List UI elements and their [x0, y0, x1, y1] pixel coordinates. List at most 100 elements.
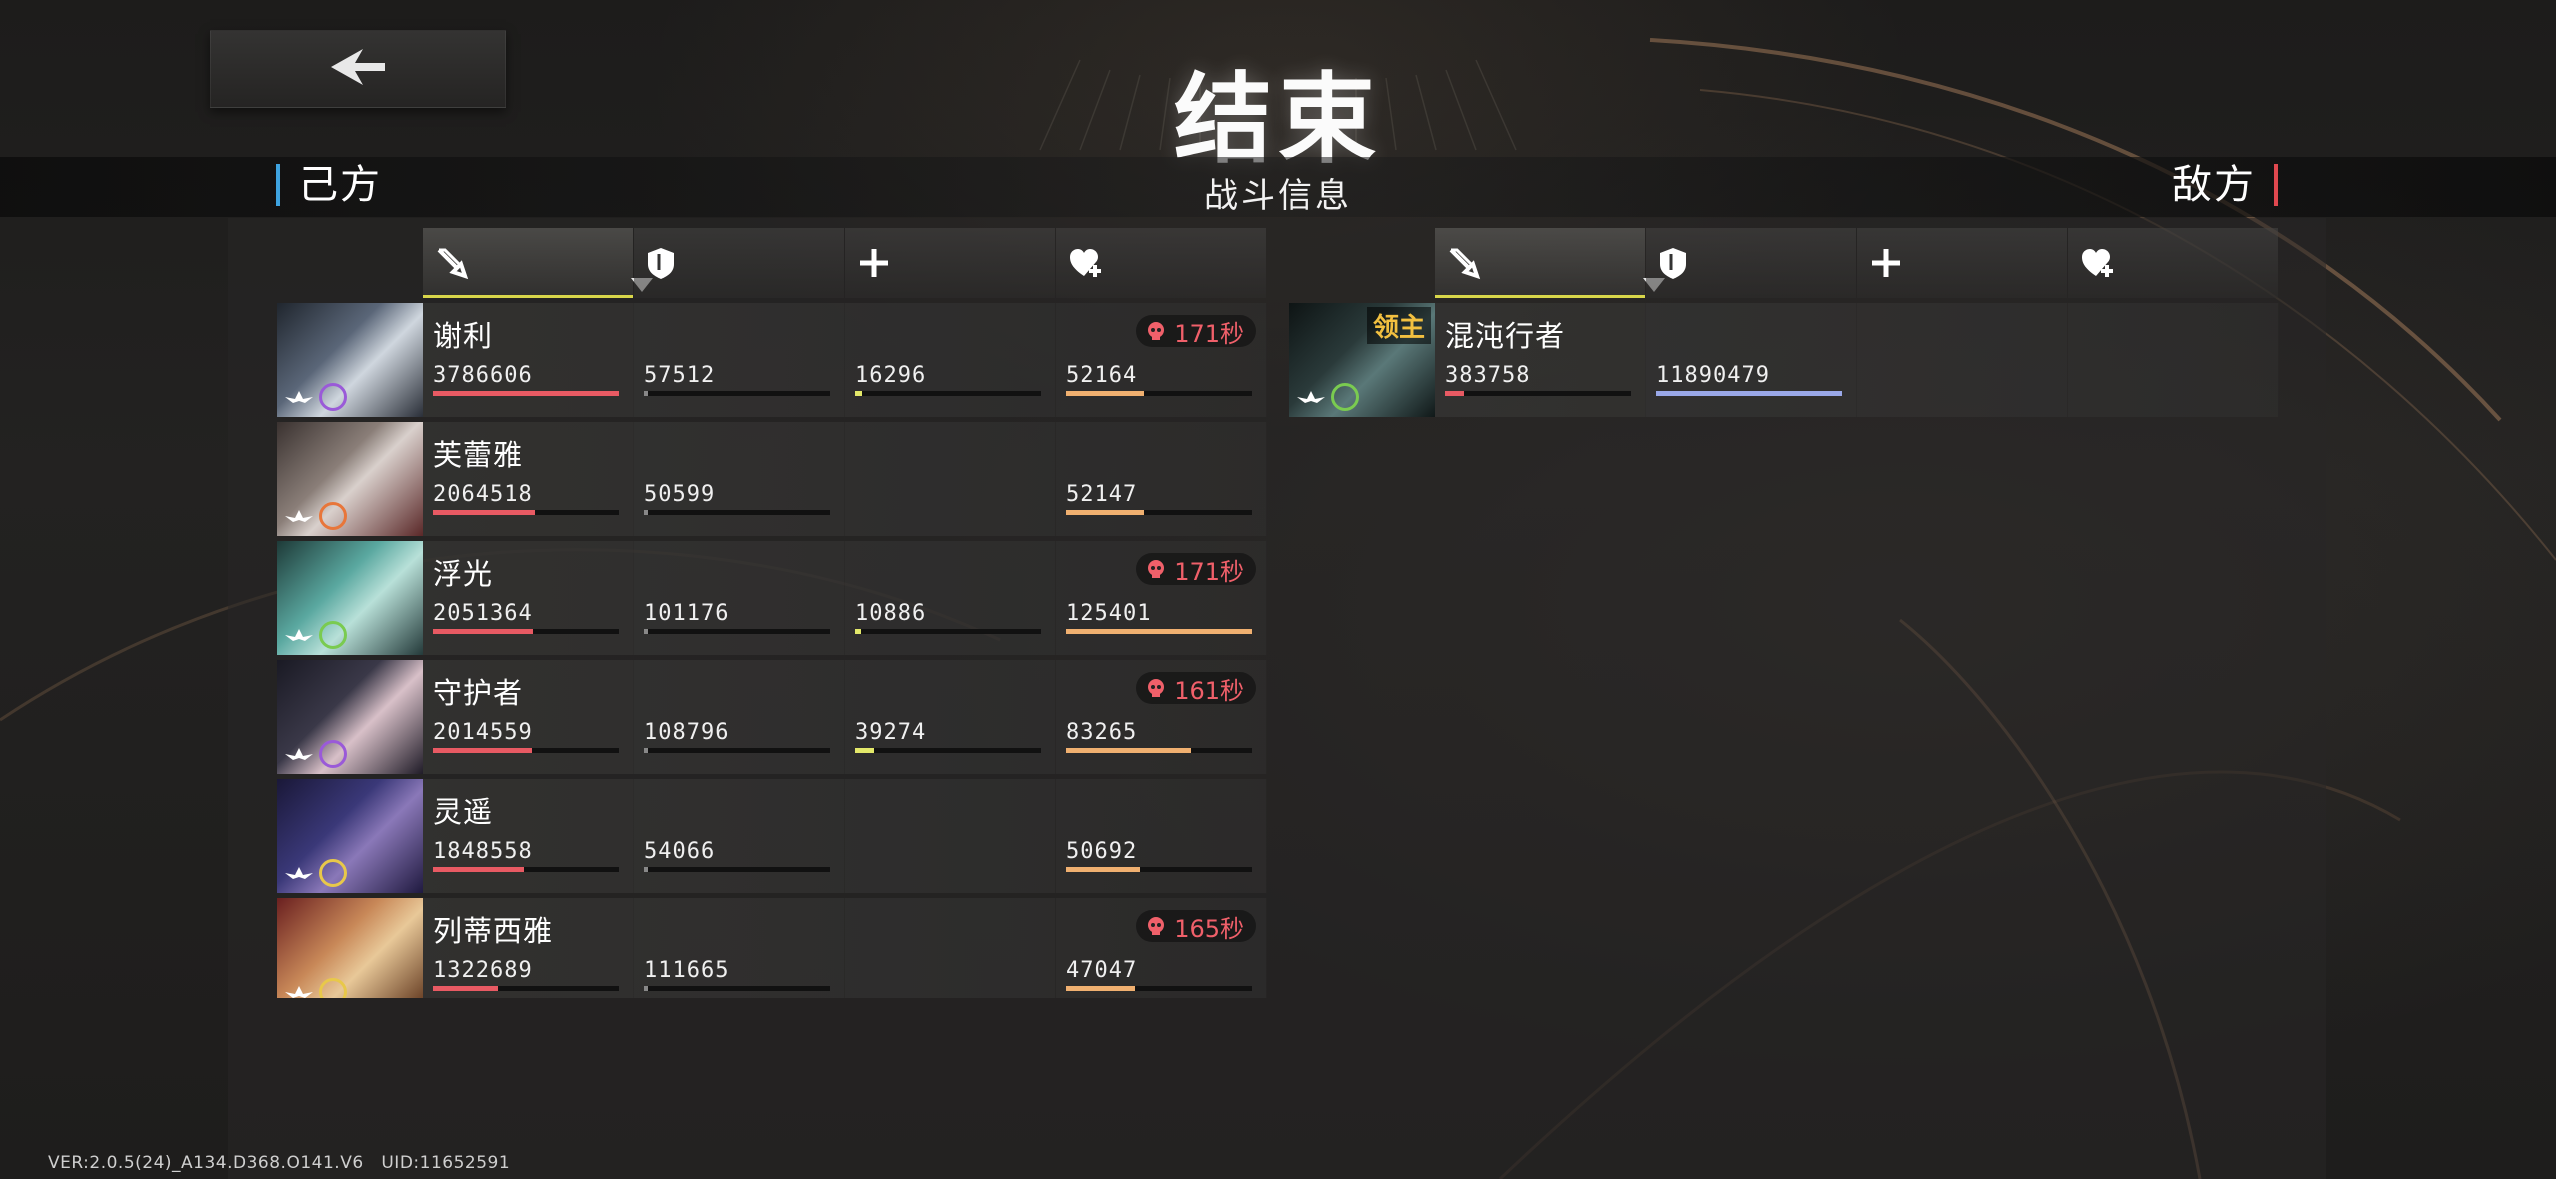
- damage-taken-bar: [644, 748, 830, 753]
- character-portrait[interactable]: [277, 660, 423, 774]
- shield-cell: 52147: [1056, 422, 1266, 536]
- damage-value: 1848558: [433, 839, 533, 864]
- enemy-row[interactable]: 领主 混沌行者 383758 11890479: [1289, 303, 2279, 417]
- death-time-badge: 171秒: [1136, 553, 1256, 586]
- ally-row[interactable]: 灵遥 1848558 54066 50692: [277, 779, 1267, 893]
- heal-cell: 16296: [845, 303, 1055, 417]
- heal-cell: [845, 779, 1055, 893]
- void-element-icon: [319, 383, 347, 411]
- damage-cell: 列蒂西雅 1322689: [423, 898, 633, 998]
- tab-shield[interactable]: [2068, 228, 2278, 298]
- death-time-badge: 165秒: [1136, 910, 1256, 943]
- tab-damage-taken[interactable]: [1646, 228, 1856, 298]
- tab-damage-taken[interactable]: [634, 228, 844, 298]
- character-portrait[interactable]: [277, 898, 423, 998]
- death-time: 171秒: [1174, 557, 1244, 586]
- version-info: VER:2.0.5(24)_A134.D368.O141.V6 UID:1165…: [48, 1153, 510, 1173]
- damage-value: 2051364: [433, 601, 533, 626]
- shield-bar: [1066, 391, 1252, 396]
- damage-value: 2064518: [433, 482, 533, 507]
- shield-cell: 50692: [1056, 779, 1266, 893]
- character-name: 谢利: [433, 319, 494, 353]
- damage-taken-bar: [1656, 391, 1842, 396]
- ally-stats-table: 谢利 3786606 57512 16296 171秒 52164 芙蕾雅 20…: [277, 228, 1267, 998]
- skull-icon: [1148, 917, 1165, 935]
- character-name: 守护者: [433, 676, 524, 710]
- heal-cell: 39274: [845, 660, 1055, 774]
- character-portrait[interactable]: 领主: [1289, 303, 1435, 417]
- damage-taken-value: 111665: [644, 958, 730, 983]
- skull-icon: [1148, 560, 1165, 578]
- skull-icon: [1148, 679, 1165, 697]
- taken-cell: 101176: [634, 541, 844, 655]
- death-time: 161秒: [1174, 676, 1244, 705]
- taken-cell: 108796: [634, 660, 844, 774]
- wind-element-icon: [319, 621, 347, 649]
- damage-cell: 浮光 2051364: [423, 541, 633, 655]
- ally-row[interactable]: 守护者 2014559 108796 39274 161秒 83265: [277, 660, 1267, 774]
- heal-cell: [845, 898, 1055, 998]
- taken-cell: 11890479: [1646, 303, 1856, 417]
- tab-damage[interactable]: [1435, 228, 1665, 298]
- healing-bar: [855, 391, 1041, 396]
- staff-icon: [285, 748, 313, 760]
- healing-bar: [855, 748, 1041, 753]
- ally-row[interactable]: 谢利 3786606 57512 16296 171秒 52164: [277, 303, 1267, 417]
- damage-bar: [433, 510, 619, 515]
- character-name: 混沌行者: [1445, 319, 1566, 353]
- character-name: 芙蕾雅: [433, 438, 524, 472]
- damage-taken-bar: [644, 510, 830, 515]
- damage-taken-value: 50599: [644, 482, 716, 507]
- damage-taken-bar: [644, 867, 830, 872]
- damage-bar: [433, 629, 619, 634]
- wing-icon: [1297, 391, 1325, 403]
- enemy-rows: 领主 混沌行者 383758 11890479: [1289, 303, 2279, 417]
- damage-bar: [433, 748, 619, 753]
- ally-row[interactable]: 列蒂西雅 1322689 111665 165秒 47047: [277, 898, 1267, 998]
- heal-cell: [1857, 303, 2067, 417]
- healing-value: 16296: [855, 363, 927, 388]
- damage-cell: 守护者 2014559: [423, 660, 633, 774]
- void-element-icon: [319, 740, 347, 768]
- tab-healing[interactable]: [845, 228, 1055, 298]
- character-portrait[interactable]: [277, 779, 423, 893]
- shield-bar: [1066, 748, 1252, 753]
- character-portrait[interactable]: [277, 541, 423, 655]
- ally-row[interactable]: 浮光 2051364 101176 10886 171秒 125401: [277, 541, 1267, 655]
- damage-value: 1322689: [433, 958, 533, 983]
- character-portrait[interactable]: [277, 303, 423, 417]
- shield-bar: [1066, 986, 1252, 991]
- damage-bar: [433, 986, 619, 991]
- damage-taken-value: 108796: [644, 720, 730, 745]
- healing-bar: [855, 629, 1041, 634]
- tab-shield[interactable]: [1056, 228, 1266, 298]
- damage-cell: 芙蕾雅 2064518: [423, 422, 633, 536]
- death-time-badge: 171秒: [1136, 315, 1256, 348]
- character-name: 列蒂西雅: [433, 914, 554, 948]
- taken-cell: 57512: [634, 303, 844, 417]
- boss-tag: 领主: [1366, 307, 1431, 344]
- version-text: VER:2.0.5(24)_A134.D368.O141.V6: [48, 1153, 364, 1173]
- staff-icon: [285, 986, 313, 998]
- character-portrait[interactable]: [277, 422, 423, 536]
- character-name: 浮光: [433, 557, 494, 591]
- enemy-side-label: 敌方: [2172, 164, 2278, 206]
- tab-healing[interactable]: [1857, 228, 2067, 298]
- fire-element-icon: [319, 502, 347, 530]
- death-time: 171秒: [1174, 319, 1244, 348]
- wind-element-icon: [1331, 383, 1359, 411]
- damage-value: 3786606: [433, 363, 533, 388]
- skull-icon: [1148, 322, 1165, 340]
- damage-bar: [1445, 391, 1631, 396]
- shield-value: 83265: [1066, 720, 1138, 745]
- damage-taken-bar: [644, 391, 830, 396]
- light-element-icon: [319, 859, 347, 887]
- shield-value: 47047: [1066, 958, 1138, 983]
- shield-value: 50692: [1066, 839, 1138, 864]
- damage-cell: 谢利 3786606: [423, 303, 633, 417]
- heal-cell: [845, 422, 1055, 536]
- tab-damage[interactable]: [423, 228, 653, 298]
- healing-value: 39274: [855, 720, 927, 745]
- ally-row[interactable]: 芙蕾雅 2064518 50599 52147: [277, 422, 1267, 536]
- shield-cell: 171秒 125401: [1056, 541, 1266, 655]
